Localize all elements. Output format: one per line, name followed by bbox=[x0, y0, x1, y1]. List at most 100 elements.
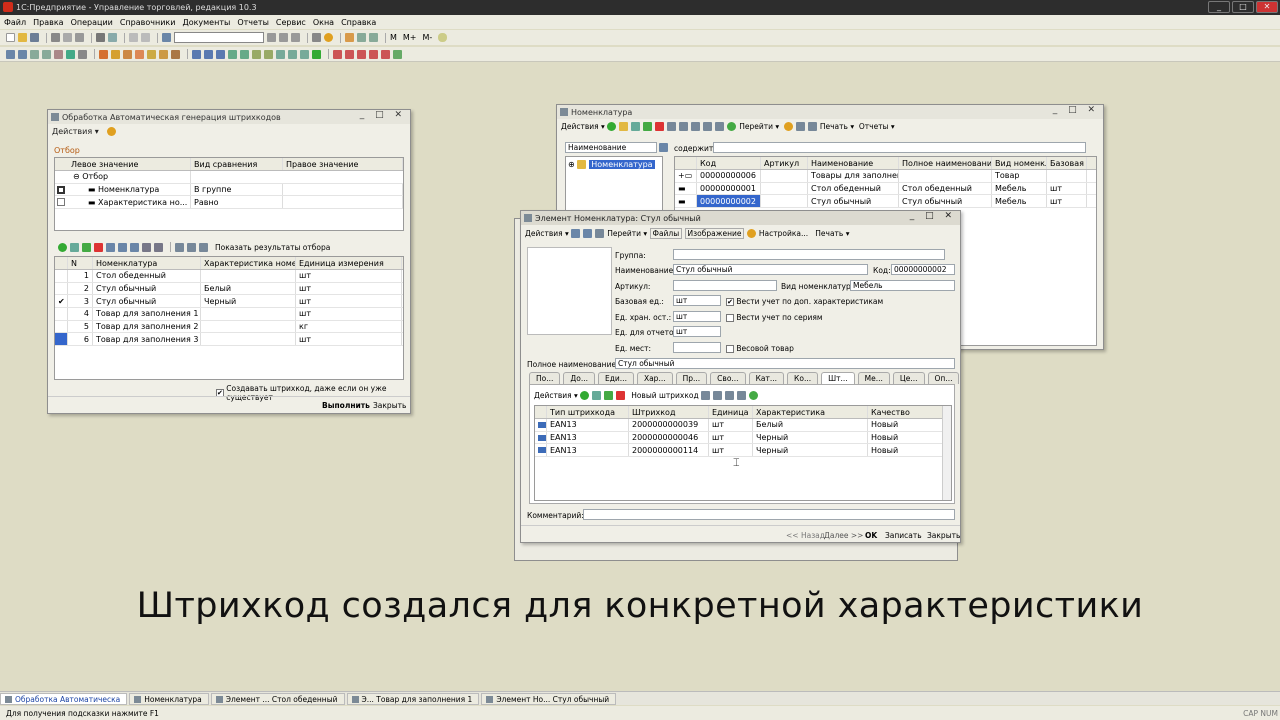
save-icon[interactable] bbox=[571, 229, 581, 238]
maximize-button[interactable]: □ bbox=[1232, 1, 1254, 13]
col-barcode[interactable]: Штрихкод bbox=[629, 406, 709, 418]
filter-checkbox[interactable] bbox=[57, 185, 65, 194]
menu-edit[interactable]: Правка bbox=[33, 18, 63, 27]
bc-actions-menu[interactable]: Действия bbox=[534, 391, 572, 400]
reread-icon[interactable] bbox=[595, 229, 605, 238]
table-row[interactable]: 1 Стол обеденный шт bbox=[55, 270, 403, 283]
hierarchy-icon[interactable] bbox=[679, 122, 689, 131]
find-next-icon[interactable] bbox=[267, 33, 276, 42]
tab-me[interactable]: Ме... bbox=[857, 372, 890, 384]
table-row[interactable]: ▬ 00000000001 Стол обеденный Стол обеденный… bbox=[675, 182, 1096, 196]
help-icon[interactable] bbox=[324, 33, 333, 42]
item-image[interactable] bbox=[527, 247, 612, 335]
trade-icon-7[interactable] bbox=[171, 49, 180, 59]
table-icon[interactable] bbox=[369, 33, 378, 42]
cut-icon[interactable] bbox=[51, 33, 60, 42]
char-accounting-checkbox[interactable]: ✔ bbox=[726, 297, 734, 306]
trade-icon-4[interactable] bbox=[135, 49, 144, 59]
preview-icon[interactable] bbox=[108, 33, 117, 42]
tab-categories[interactable]: Кат... bbox=[748, 372, 785, 384]
sort-desc-icon[interactable] bbox=[154, 242, 163, 252]
menu-service[interactable]: Сервис bbox=[276, 18, 306, 27]
tab-additional[interactable]: До... bbox=[563, 372, 595, 384]
add-icon[interactable] bbox=[580, 391, 590, 400]
image-button[interactable]: Изображение bbox=[684, 228, 745, 239]
sort-icon[interactable] bbox=[725, 391, 735, 400]
weight-option[interactable]: Весовой товар bbox=[726, 344, 794, 353]
edit-icon[interactable] bbox=[643, 122, 653, 131]
table-row[interactable]: ▬ 00000000002 Стул обычный Стул обычный Мебе… bbox=[675, 195, 1096, 209]
undo-icon[interactable] bbox=[129, 33, 138, 42]
save-close-icon[interactable] bbox=[583, 229, 593, 238]
code-input[interactable]: 00000000002 bbox=[891, 264, 955, 275]
ok-button[interactable]: OK bbox=[865, 531, 877, 540]
save-button[interactable]: Записать bbox=[885, 531, 922, 540]
barcode-icon[interactable] bbox=[66, 49, 75, 59]
memory-minus-button[interactable]: М- bbox=[423, 33, 433, 42]
end-edit-icon[interactable] bbox=[106, 242, 115, 252]
tab-prices[interactable]: По... bbox=[529, 372, 561, 384]
kind-input[interactable]: Мебель bbox=[850, 280, 955, 291]
table-row[interactable]: +▭00000000006 Товары для заполнения Товар bbox=[675, 170, 1096, 183]
row-marker[interactable] bbox=[55, 320, 68, 333]
article-input[interactable] bbox=[673, 280, 777, 291]
base-unit-input[interactable]: шт bbox=[673, 295, 721, 306]
run-button[interactable]: Выполнить bbox=[322, 401, 370, 410]
add-folder-icon[interactable] bbox=[619, 122, 629, 131]
find-prev-icon[interactable] bbox=[279, 33, 288, 42]
el-actions-menu[interactable]: Действия bbox=[525, 229, 563, 238]
open-icon[interactable] bbox=[18, 33, 27, 42]
copy-row-icon[interactable] bbox=[70, 242, 79, 252]
help-icon[interactable] bbox=[106, 127, 116, 136]
filter-row[interactable]: ▬ Номенклатура В группе bbox=[55, 183, 403, 197]
search-icon[interactable] bbox=[659, 143, 668, 152]
place-unit-input[interactable] bbox=[673, 342, 721, 353]
help-icon[interactable] bbox=[783, 122, 793, 131]
task-element-table[interactable]: Элемент ... Стол обеденный bbox=[210, 692, 345, 705]
col-code[interactable]: Код bbox=[697, 157, 761, 169]
clear-filter-icon[interactable] bbox=[737, 391, 747, 400]
calc-icon[interactable] bbox=[345, 33, 354, 42]
trade-icon-6[interactable] bbox=[159, 49, 168, 59]
doc-icon-k[interactable] bbox=[312, 49, 321, 59]
move-up-icon[interactable] bbox=[118, 242, 127, 252]
tab-prices2[interactable]: Це... bbox=[892, 372, 925, 384]
close-gen-button[interactable]: Закрыть bbox=[373, 401, 406, 410]
nom-window-controls[interactable]: _ □ ✕ bbox=[1053, 105, 1099, 115]
el-goto-menu[interactable]: Перейти bbox=[607, 229, 641, 238]
gen-actions-menu[interactable]: Действия ▾ bbox=[52, 127, 119, 136]
clear-icon[interactable] bbox=[199, 242, 208, 252]
gen-window-controls[interactable]: _ □ ✕ bbox=[360, 110, 406, 120]
trade-icon-5[interactable] bbox=[147, 49, 156, 59]
table-row[interactable]: 2 Стул обычный Белый шт bbox=[55, 282, 403, 296]
delete-icon[interactable] bbox=[616, 391, 626, 400]
nom-goto-menu[interactable]: Перейти bbox=[739, 122, 773, 131]
col-right-value[interactable]: Правое значение bbox=[283, 158, 403, 170]
memory-plus-button[interactable]: М+ bbox=[403, 33, 417, 42]
task-generation[interactable]: Обработка Автоматическа bbox=[0, 692, 128, 705]
report-icon-1[interactable] bbox=[333, 49, 342, 59]
filter-root-row[interactable]: ⊖ Отбор bbox=[55, 171, 403, 184]
save-icon[interactable] bbox=[30, 33, 39, 42]
doc-icon-b[interactable] bbox=[204, 49, 213, 59]
search-input[interactable] bbox=[174, 32, 264, 43]
col-bc-unit[interactable]: Единица bbox=[709, 406, 753, 418]
copy-icon[interactable] bbox=[63, 33, 72, 42]
trade-icon-1[interactable] bbox=[99, 49, 108, 59]
filter-icon[interactable] bbox=[691, 122, 701, 131]
close-button[interactable]: ✕ bbox=[1256, 1, 1278, 13]
col-name[interactable]: Наименование bbox=[808, 157, 899, 169]
tree-root-label[interactable]: Номенклатура bbox=[589, 160, 655, 169]
doc-icon-d[interactable] bbox=[228, 49, 237, 59]
comment-input[interactable] bbox=[583, 509, 955, 520]
show-results-button[interactable]: Показать результаты отбора bbox=[215, 243, 330, 252]
report-icon-3[interactable] bbox=[357, 49, 366, 59]
tab-units[interactable]: Еди... bbox=[598, 372, 634, 384]
table-row[interactable]: 6 Товар для заполнения 3 шт bbox=[55, 333, 403, 347]
paste-icon[interactable] bbox=[75, 33, 84, 42]
files-button[interactable]: Файлы bbox=[649, 228, 683, 239]
tools-icon[interactable] bbox=[78, 49, 87, 59]
trade-icon-3[interactable] bbox=[123, 49, 132, 59]
name-input[interactable]: Стул обычный bbox=[673, 264, 868, 275]
clear-filter-icon[interactable] bbox=[715, 122, 725, 131]
